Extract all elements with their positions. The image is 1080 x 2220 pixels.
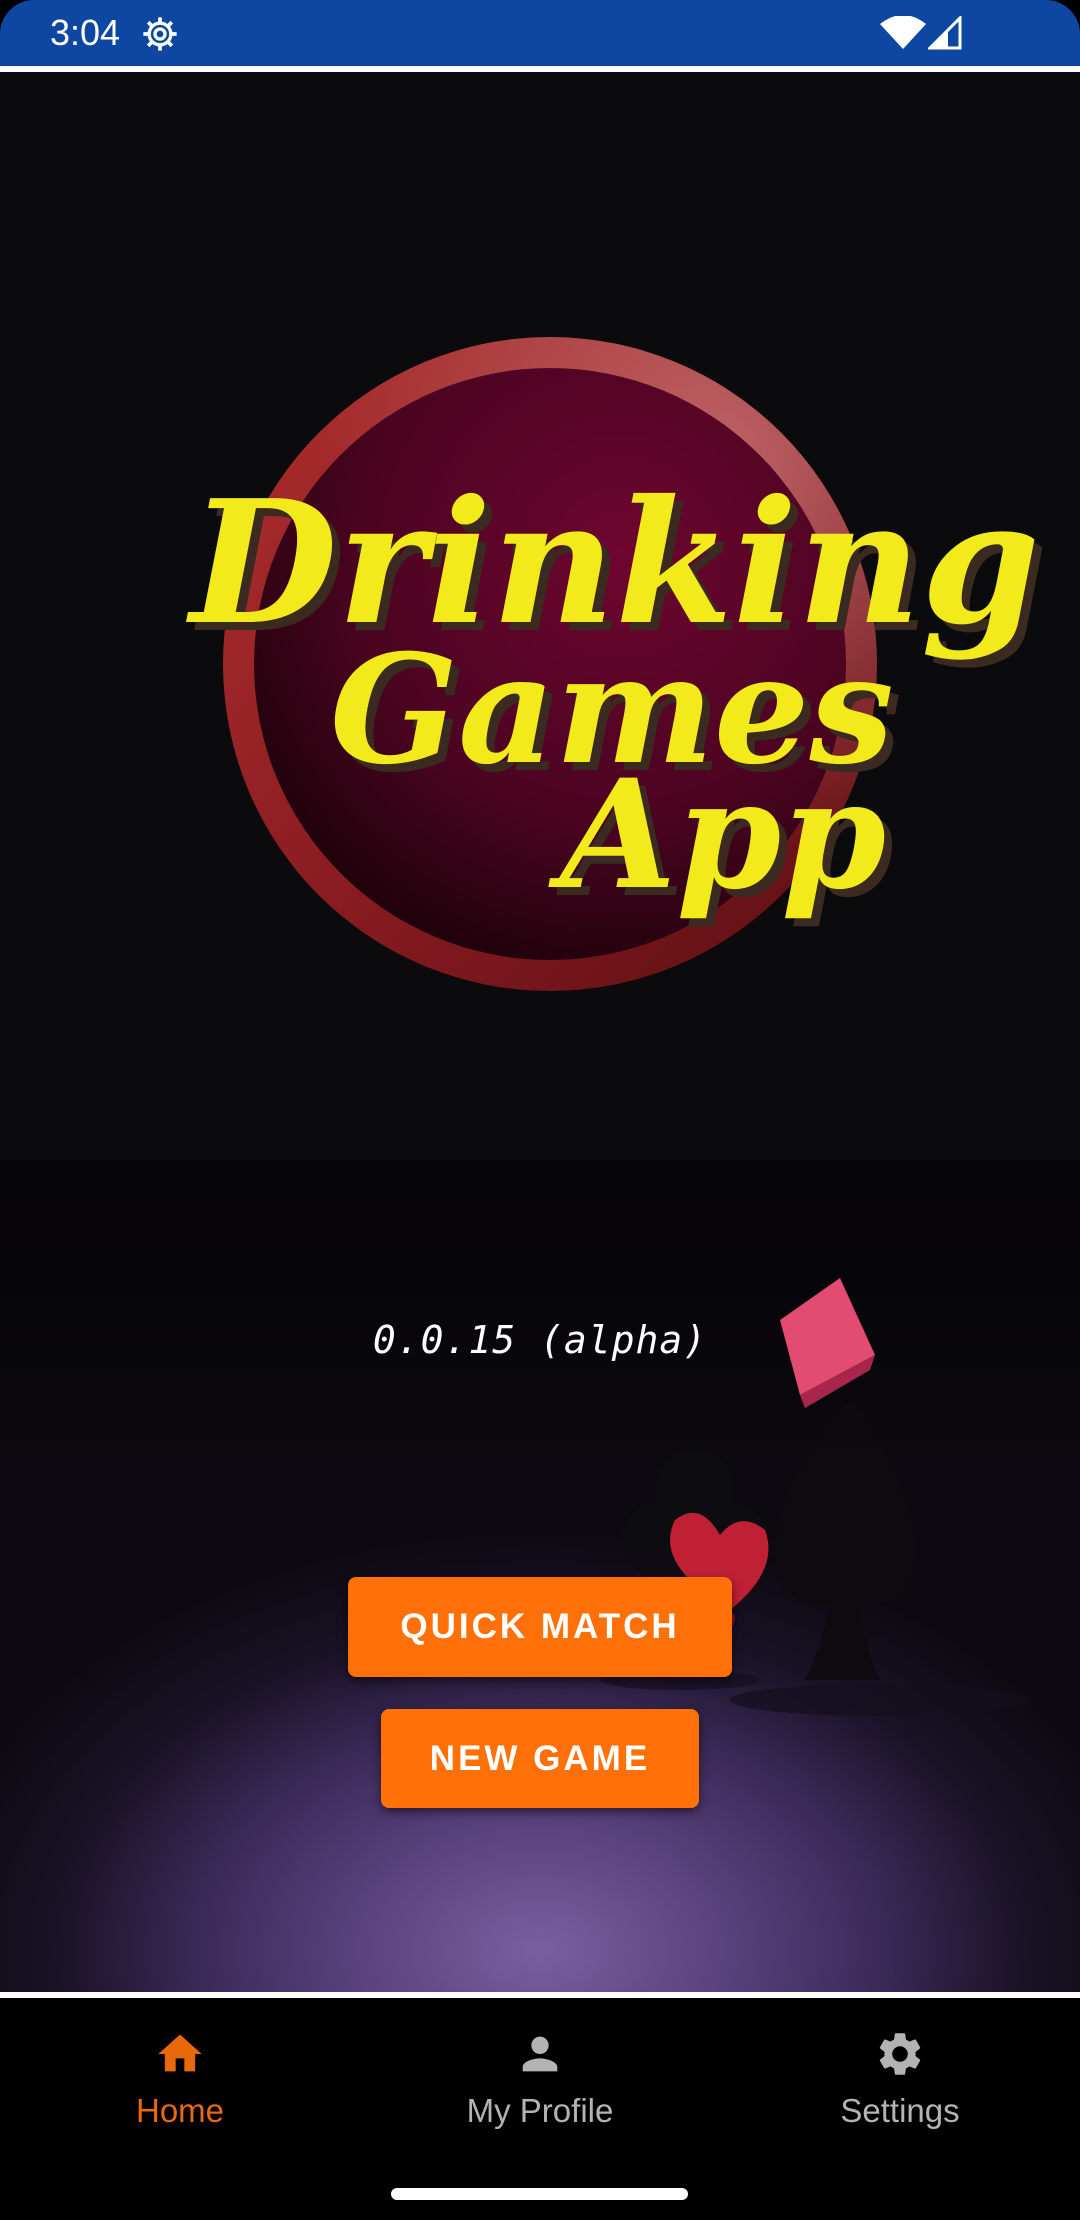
- home-icon: [158, 2034, 202, 2072]
- status-bar: 3:04: [0, 0, 1080, 66]
- spade-shape: [775, 1400, 915, 1680]
- gear-icon: [879, 2033, 921, 2075]
- cell-signal-icon: [928, 16, 962, 50]
- hero-banner: Drinking Games App Drinking Games App: [0, 72, 1080, 1160]
- home-indicator[interactable]: [391, 2188, 688, 2200]
- app-logo: Drinking Games App Drinking Games App: [186, 337, 1048, 991]
- logo-line3: App: [548, 747, 886, 923]
- nav-label-my-profile: My Profile: [466, 2092, 614, 2129]
- new-game-button[interactable]: NEW GAME: [381, 1709, 699, 1808]
- background-scene: [0, 1160, 1080, 1992]
- nav-label-home: Home: [135, 2092, 225, 2129]
- person-icon: [522, 2036, 558, 2072]
- nav-item-settings[interactable]: Settings: [720, 1998, 1080, 2138]
- version-label: 0.0.15 (alpha): [372, 1318, 708, 1362]
- status-time: 3:04: [50, 12, 121, 53]
- nav-item-home[interactable]: Home: [0, 1998, 360, 2138]
- nav-label-settings: Settings: [840, 2092, 960, 2129]
- nav-item-my-profile[interactable]: My Profile: [360, 1998, 720, 2138]
- wifi-icon: [880, 16, 926, 49]
- settings-gear-icon: [143, 17, 177, 51]
- quick-match-button[interactable]: QUICK MATCH: [348, 1577, 732, 1677]
- bottom-navigation: Home My Profile Settings: [0, 1998, 1080, 2220]
